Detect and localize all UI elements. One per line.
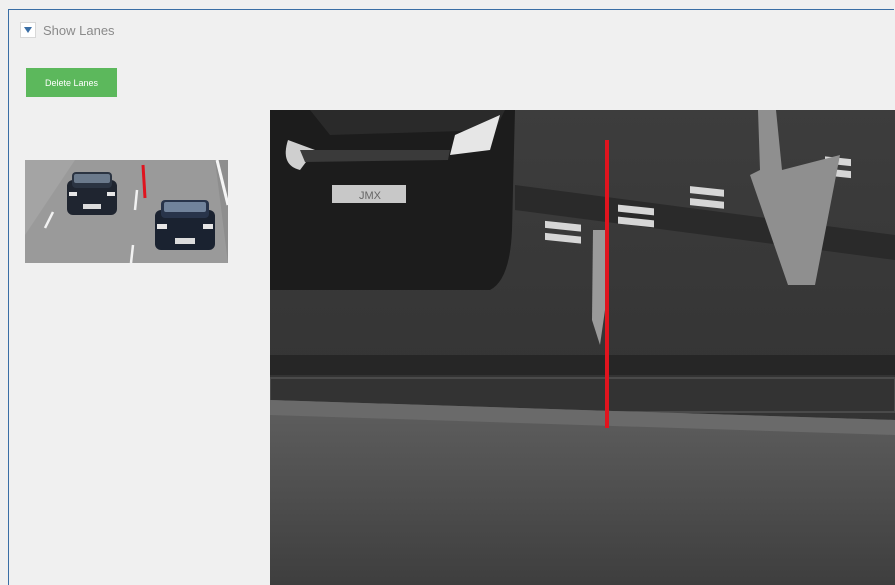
- show-lanes-label: Show Lanes: [43, 22, 115, 38]
- show-lanes-header[interactable]: Show Lanes: [20, 18, 115, 42]
- parked-car: JMX: [270, 110, 515, 290]
- car-1: [67, 172, 117, 215]
- delete-lanes-button[interactable]: Delete Lanes: [26, 68, 117, 97]
- lane-example-thumbnail: [25, 160, 228, 263]
- svg-text:JMX: JMX: [359, 190, 382, 202]
- car-2: [155, 200, 215, 250]
- triangle-down-icon[interactable]: [20, 22, 36, 38]
- camera-view: JMX: [270, 110, 895, 585]
